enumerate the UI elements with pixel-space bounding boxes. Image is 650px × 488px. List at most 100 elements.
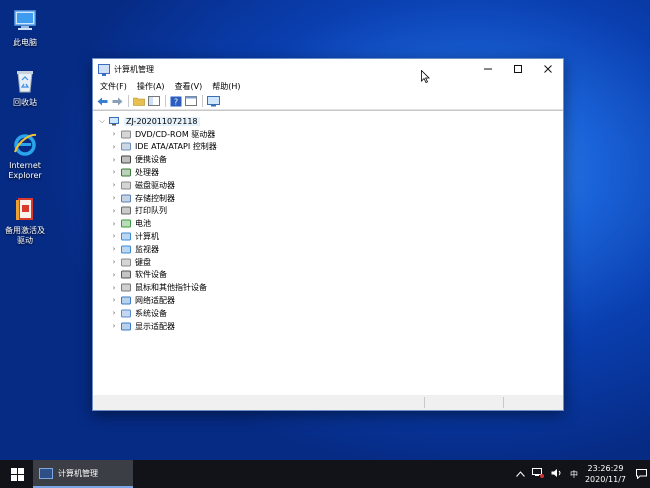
recycle-bin-icon — [11, 67, 39, 95]
status-divider — [424, 397, 425, 408]
properties-icon[interactable] — [184, 95, 198, 108]
chevron-down-icon[interactable]: ⌵ — [98, 117, 106, 126]
tree-item[interactable]: › 电池 — [110, 218, 151, 230]
show-hidden-icons-chevron-up-icon[interactable] — [516, 470, 525, 479]
menu-action[interactable]: 操作(A) — [132, 81, 170, 92]
tree-item-label: 监视器 — [135, 244, 159, 254]
tree-item[interactable]: › 磁盘驱动器 — [110, 179, 175, 191]
chevron-right-icon[interactable]: › — [110, 296, 118, 304]
chevron-right-icon[interactable]: › — [110, 207, 118, 215]
back-button[interactable] — [95, 95, 109, 108]
tree-item-label: 键盘 — [135, 257, 151, 267]
chevron-right-icon[interactable]: › — [110, 168, 118, 176]
tree-item[interactable]: › 监视器 — [110, 243, 159, 255]
tree-item[interactable]: › 鼠标和其他指针设备 — [110, 282, 207, 294]
tree-item[interactable]: › 系统设备 — [110, 307, 167, 319]
display-adapter-icon — [121, 322, 131, 331]
show-hide-tree-icon[interactable] — [147, 95, 161, 108]
taskbar-app-computer-management[interactable]: 计算机管理 — [33, 460, 133, 488]
chevron-right-icon[interactable]: › — [110, 181, 118, 189]
windows-logo-icon — [10, 467, 24, 481]
computer-management-window[interactable]: 计算机管理 文件(F) 操作(A) 查看(V) 帮助(H) ? ⌵ ZJ-202… — [92, 58, 564, 411]
desktop-icon-internet-explorer[interactable]: Internet Explorer — [2, 130, 48, 181]
chevron-right-icon[interactable]: › — [110, 143, 118, 151]
volume-icon[interactable] — [551, 468, 563, 480]
computer-icon — [121, 232, 131, 241]
menu-file[interactable]: 文件(F) — [95, 81, 132, 92]
tree-item[interactable]: › 软件设备 — [110, 269, 167, 281]
chevron-right-icon[interactable]: › — [110, 322, 118, 330]
tree-item-label: 软件设备 — [135, 270, 167, 280]
scan-hardware-icon[interactable] — [206, 95, 220, 108]
desktop-icon-label: 回收站 — [13, 98, 37, 107]
tree-item-label: 存储控制器 — [135, 193, 175, 203]
notification-center-button[interactable] — [632, 460, 650, 488]
chevron-right-icon[interactable]: › — [110, 271, 118, 279]
tree-item[interactable]: › 计算机 — [110, 230, 159, 242]
tree-item-label: 系统设备 — [135, 308, 167, 318]
system-tray: 中 23:26:29 2020/11/7 — [516, 460, 650, 488]
clock-time: 23:26:29 — [587, 464, 624, 473]
chevron-right-icon[interactable]: › — [110, 220, 118, 228]
keyboard-icon — [121, 258, 131, 267]
notification-icon — [635, 469, 647, 479]
clock[interactable]: 23:26:29 2020/11/7 — [585, 463, 626, 485]
chevron-right-icon[interactable]: › — [110, 309, 118, 317]
tree-item-label: 显示适配器 — [135, 321, 175, 331]
disk-drive-icon — [121, 181, 131, 190]
status-divider — [503, 397, 504, 408]
minimize-button[interactable] — [473, 59, 503, 79]
toolbar-separator — [128, 95, 129, 107]
tree-item[interactable]: › 便携设备 — [110, 154, 167, 166]
forward-button[interactable] — [110, 95, 124, 108]
chevron-right-icon[interactable]: › — [110, 194, 118, 202]
tree-item-label: 网络适配器 — [135, 295, 175, 305]
clock-date: 2020/11/7 — [584, 475, 626, 484]
ie-icon — [11, 130, 39, 158]
menu-help[interactable]: 帮助(H) — [207, 81, 245, 92]
window-title: 计算机管理 — [114, 64, 154, 74]
desktop-icon-label: 此电脑 — [13, 38, 37, 47]
up-folder-icon[interactable] — [132, 95, 146, 108]
chevron-right-icon[interactable]: › — [110, 284, 118, 292]
desktop-icon-backup-activation[interactable]: 备用激活及驱动 — [2, 195, 48, 246]
computer-icon — [11, 7, 39, 35]
chevron-right-icon[interactable]: › — [110, 258, 118, 266]
monitor-icon — [121, 245, 131, 254]
chevron-right-icon[interactable]: › — [110, 130, 118, 138]
tree-item[interactable]: › 键盘 — [110, 256, 151, 268]
close-button[interactable] — [533, 59, 563, 79]
menu-view[interactable]: 查看(V) — [170, 81, 208, 92]
computer-name-label: ZJ-202011072118 — [124, 116, 200, 126]
processor-icon — [121, 168, 131, 177]
tree-item-label: 磁盘驱动器 — [135, 180, 175, 190]
help-icon[interactable]: ? — [169, 95, 183, 108]
printer-icon — [121, 206, 131, 215]
tree-item-label: IDE ATA/ATAPI 控制器 — [135, 142, 217, 152]
tree-item-label: 打印队列 — [135, 206, 167, 216]
tree-item[interactable]: › 显示适配器 — [110, 320, 175, 332]
tree-item[interactable]: › 处理器 — [110, 166, 159, 178]
toolbar-separator — [202, 95, 203, 107]
title-bar[interactable]: 计算机管理 — [93, 59, 563, 79]
chevron-right-icon[interactable]: › — [110, 156, 118, 164]
tree-root[interactable]: ⌵ ZJ-202011072118 — [98, 115, 200, 127]
tree-item[interactable]: › IDE ATA/ATAPI 控制器 — [110, 141, 217, 153]
network-icon[interactable] — [531, 468, 544, 480]
package-icon — [11, 195, 39, 223]
desktop-icon-this-pc[interactable]: 此电脑 — [2, 7, 48, 48]
desktop-icon-recycle-bin[interactable]: 回收站 — [2, 67, 48, 108]
device-tree[interactable]: ⌵ ZJ-202011072118 › DVD/CD-ROM 驱动器 › IDE AT… — [93, 110, 563, 397]
start-button[interactable] — [0, 460, 34, 488]
maximize-button[interactable] — [503, 59, 533, 79]
tree-item[interactable]: › 网络适配器 — [110, 294, 175, 306]
menu-bar: 文件(F) 操作(A) 查看(V) 帮助(H) — [93, 79, 563, 93]
toolbar-separator — [165, 95, 166, 107]
chevron-right-icon[interactable]: › — [110, 245, 118, 253]
chevron-right-icon[interactable]: › — [110, 232, 118, 240]
tree-item[interactable]: › 打印队列 — [110, 205, 167, 217]
tree-item[interactable]: › 存储控制器 — [110, 192, 175, 204]
computer-icon — [109, 116, 119, 126]
ime-indicator[interactable]: 中 — [570, 469, 578, 480]
tree-item[interactable]: › DVD/CD-ROM 驱动器 — [110, 128, 216, 140]
